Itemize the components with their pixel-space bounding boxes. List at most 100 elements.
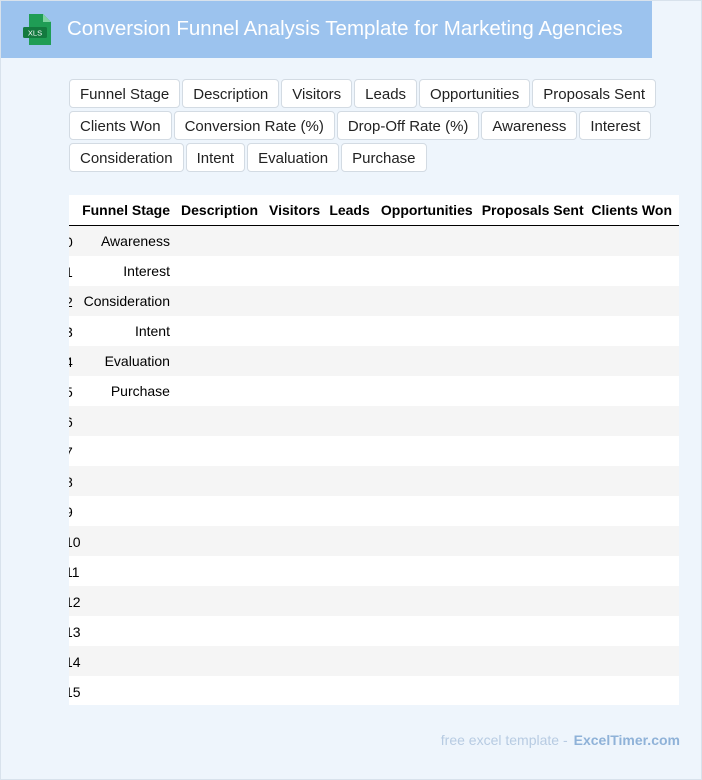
row-index: 7	[69, 444, 73, 460]
funnel-stage-cell	[76, 466, 177, 496]
column-tag[interactable]: Interest	[579, 111, 652, 140]
funnel-table: Funnel Stage Description Visitors Leads Oppo…	[69, 195, 679, 705]
table-cell	[480, 376, 591, 406]
table-cell	[480, 436, 591, 466]
row-index: 13	[69, 624, 81, 640]
table-cell	[327, 496, 377, 526]
table-cell	[176, 225, 266, 256]
table-cell	[327, 406, 377, 436]
header-banner: XLS Conversion Funnel Analysis Template …	[1, 1, 652, 58]
table-cell	[376, 646, 480, 676]
table-header-row: Funnel Stage Description Visitors Leads Oppo…	[69, 195, 679, 226]
row-index: 6	[69, 414, 73, 430]
table-cell	[265, 376, 327, 406]
table-cell	[377, 496, 480, 526]
column-tag[interactable]: Visitors	[281, 79, 353, 108]
column-tag[interactable]: Description	[182, 79, 280, 108]
table-cell	[376, 586, 480, 616]
table-cell	[479, 466, 591, 496]
table-cell	[591, 616, 679, 646]
table-row: 2Consideration	[69, 286, 679, 316]
table-cell	[176, 526, 266, 556]
table-cell	[265, 436, 327, 466]
column-tag[interactable]: Drop-Off Rate (%)	[336, 111, 480, 140]
row-index: 3	[69, 324, 73, 340]
table-cell	[479, 346, 591, 376]
column-tag[interactable]: Intent	[185, 143, 246, 172]
funnel-stage-cell	[77, 496, 177, 526]
table-cell	[377, 556, 480, 586]
table-cell	[327, 466, 377, 496]
table-cell	[327, 346, 377, 376]
xls-icon-label: XLS	[28, 29, 42, 38]
column-header	[69, 195, 77, 226]
table-cell	[376, 406, 480, 436]
row-index: 9	[69, 504, 73, 520]
table-cell	[590, 286, 679, 316]
table-row: 8	[69, 466, 679, 496]
row-index: 8	[69, 474, 73, 490]
column-tag[interactable]: Consideration	[69, 143, 184, 172]
table-row: 9	[69, 496, 679, 526]
table-cell	[177, 616, 265, 646]
table-cell	[327, 436, 377, 466]
table-row: 4Evaluation	[69, 346, 679, 376]
row-index-cell: 8	[69, 466, 77, 496]
column-tag[interactable]: Proposals Sent	[532, 79, 656, 108]
funnel-stage-cell: Intent	[134, 323, 170, 339]
table-cell	[591, 676, 679, 705]
table-cell	[376, 225, 480, 256]
row-index-cell: 13	[69, 616, 81, 646]
table-cell	[176, 646, 266, 676]
column-header: Funnel Stage	[76, 195, 177, 226]
column-tag[interactable]: Purchase	[341, 143, 427, 172]
table-cell	[591, 556, 679, 586]
column-tag[interactable]: Opportunities	[419, 79, 531, 108]
row-index: 2	[69, 294, 73, 310]
table-cell	[377, 616, 480, 646]
table-row: 3 Intent	[69, 316, 679, 346]
table-cell	[376, 526, 480, 556]
column-tag[interactable]: Awareness	[481, 111, 578, 140]
table-cell	[590, 466, 679, 496]
table-cell	[590, 346, 679, 376]
table-cell	[177, 556, 265, 586]
column-tag[interactable]: Evaluation	[247, 143, 340, 172]
table-cell	[479, 586, 591, 616]
table-cell	[590, 406, 679, 436]
table-cell	[479, 526, 591, 556]
table-cell	[176, 466, 266, 496]
footer-prefix: free excel template -	[440, 732, 568, 748]
table-cell	[265, 646, 328, 676]
row-index: 11	[69, 564, 80, 580]
row-index: 0	[69, 234, 73, 250]
table-cell	[177, 496, 265, 526]
table-cell	[480, 316, 591, 346]
table-cell	[377, 316, 480, 346]
page-title: Conversion Funnel Analysis Template for …	[67, 17, 623, 40]
column-tag[interactable]: Conversion Rate (%)	[173, 111, 335, 140]
table-cell	[590, 225, 679, 256]
table-cell	[377, 436, 480, 466]
column-tag[interactable]: Clients Won	[69, 111, 172, 140]
table-row: 13	[69, 616, 679, 646]
funnel-stage-cell: Awareness	[76, 225, 177, 256]
footer-brand-link[interactable]: ExcelTimer.com	[574, 732, 680, 748]
row-index: 4	[69, 354, 73, 370]
table-cell	[265, 556, 327, 586]
table-cell	[591, 436, 679, 466]
table-row: 6	[69, 406, 679, 436]
table-cell	[480, 616, 591, 646]
table-cell	[480, 556, 591, 586]
column-tag[interactable]: Funnel Stage	[69, 79, 181, 108]
table-row: 12	[69, 586, 679, 616]
row-index-cell: 12	[69, 586, 81, 616]
column-header: Visitors	[265, 195, 328, 226]
table-cell	[327, 316, 377, 346]
column-tag[interactable]: Leads	[354, 79, 418, 108]
table-cell	[591, 256, 679, 286]
table-cell	[376, 286, 480, 316]
table-cell	[480, 496, 591, 526]
funnel-stage-cell: Purchase	[110, 383, 170, 399]
table-cell	[327, 256, 377, 286]
